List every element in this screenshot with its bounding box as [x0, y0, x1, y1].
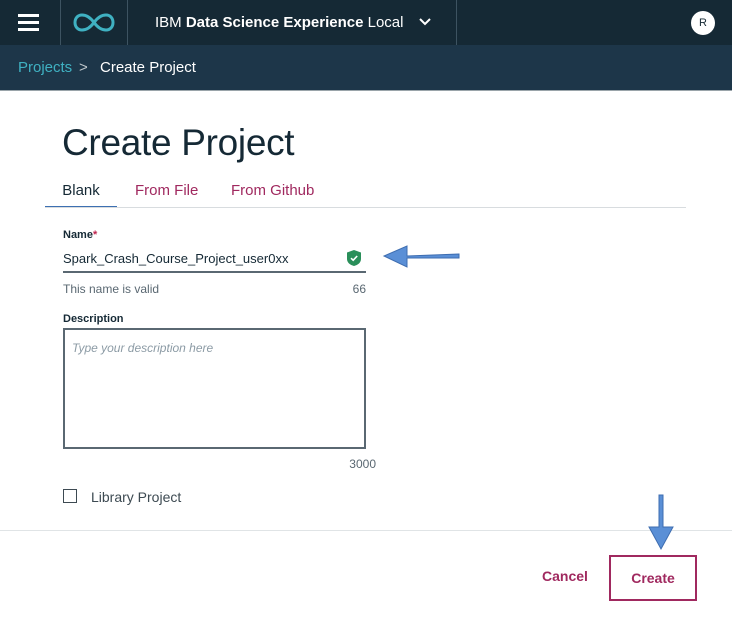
description-char-count: 3000	[349, 457, 376, 471]
annotation-arrow-down-icon	[648, 494, 674, 551]
chevron-down-icon	[419, 18, 431, 26]
name-input-underline	[63, 271, 366, 273]
description-textarea[interactable]: Type your description here	[63, 328, 366, 449]
menu-icon-bar	[18, 14, 39, 17]
description-placeholder: Type your description here	[72, 341, 214, 355]
menu-button[interactable]	[0, 0, 61, 45]
tab-blank[interactable]: Blank	[45, 182, 117, 199]
breadcrumb: Projects > Create Project	[0, 45, 732, 91]
breadcrumb-projects-link[interactable]: Projects	[18, 59, 72, 76]
description-label: Description	[63, 313, 124, 325]
footer-divider	[0, 530, 732, 531]
name-char-count: 66	[352, 282, 366, 296]
product-name: IBM Data Science Experience Local	[155, 14, 404, 31]
create-button[interactable]: Create	[609, 555, 697, 601]
tab-from-file[interactable]: From File	[135, 182, 198, 199]
user-avatar[interactable]: R	[691, 11, 715, 35]
breadcrumb-current: Create Project	[100, 59, 196, 76]
top-navigation-bar: IBM Data Science Experience Local R	[0, 0, 732, 45]
cancel-button[interactable]: Cancel	[542, 568, 588, 584]
page-title: Create Project	[62, 122, 295, 163]
tabs-divider	[45, 207, 686, 208]
name-input[interactable]: Spark_Crash_Course_Project_user0xx	[63, 251, 288, 266]
annotation-arrow-left-icon	[382, 245, 460, 268]
name-label: Name*	[63, 229, 98, 241]
tab-from-github[interactable]: From Github	[231, 182, 314, 199]
menu-icon-bar	[18, 21, 39, 24]
required-mark: *	[92, 229, 98, 241]
name-validation-message: This name is valid	[63, 282, 160, 296]
menu-icon-bar	[18, 28, 39, 31]
library-project-checkbox[interactable]	[63, 489, 77, 503]
product-switcher[interactable]: IBM Data Science Experience Local	[128, 0, 457, 45]
library-project-label[interactable]: Library Project	[91, 489, 181, 505]
check-shield-icon	[347, 250, 361, 266]
infinity-logo-icon[interactable]	[61, 0, 128, 45]
breadcrumb-separator: >	[79, 59, 88, 76]
